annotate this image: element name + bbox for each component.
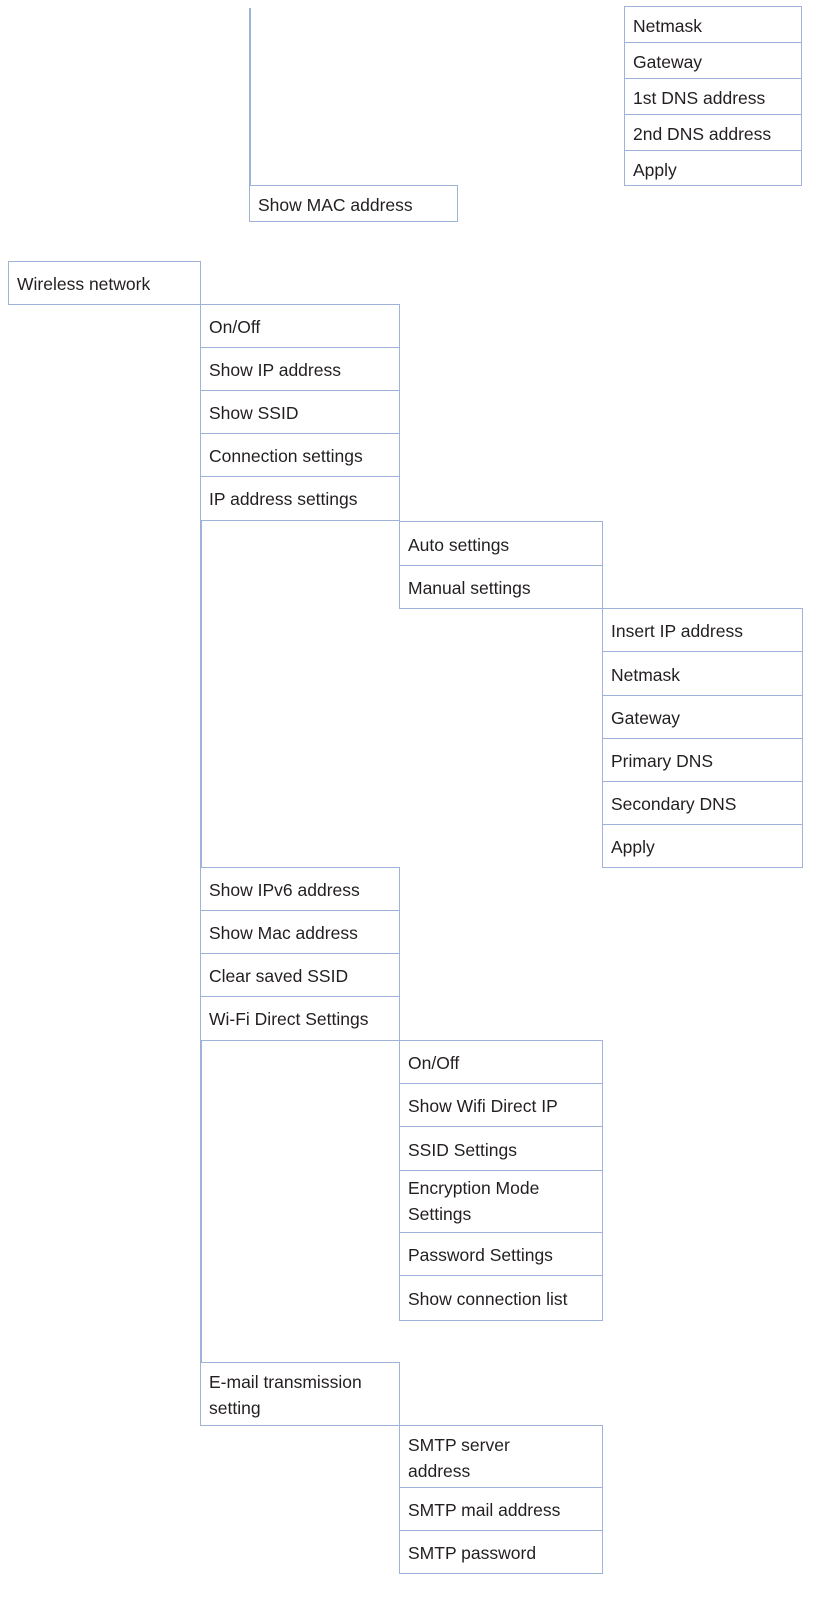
menu-item-label: Show Mac address [209, 923, 358, 943]
menu-item-password-settings[interactable]: Password Settings [399, 1232, 603, 1276]
menu-item-connection-settings[interactable]: Connection settings [200, 433, 400, 477]
menu-item-show-ipv6-address[interactable]: Show IPv6 address [200, 867, 400, 911]
menu-item-label: Auto settings [408, 535, 510, 555]
menu-item-label: Wireless network [17, 274, 151, 294]
menu-item-label: Apply [611, 837, 655, 857]
menu-item-label: On/Off [408, 1053, 460, 1073]
menu-item-label: 2nd DNS address [633, 124, 772, 144]
menu-item-manual-settings[interactable]: Manual settings [399, 565, 603, 609]
menu-item-show-mac-address[interactable]: Show MAC address [249, 185, 458, 222]
menu-item-smtp-mail-address[interactable]: SMTP mail address [399, 1487, 603, 1531]
menu-item-1st-dns[interactable]: 1st DNS address [624, 78, 802, 115]
menu-item-encryption-mode-settings[interactable]: Encryption Mode Settings [399, 1170, 603, 1233]
menu-item-label: Apply [633, 160, 677, 180]
menu-item-show-wifi-direct-ip[interactable]: Show Wifi Direct IP [399, 1083, 603, 1127]
menu-item-on-off[interactable]: On/Off [200, 304, 400, 348]
tree-connector-top [249, 8, 251, 185]
menu-item-label: Wi-Fi Direct Settings [209, 1009, 369, 1029]
menu-item-2nd-dns[interactable]: 2nd DNS address [624, 114, 802, 151]
menu-item-show-ssid[interactable]: Show SSID [200, 390, 400, 434]
menu-item-label: Secondary DNS [611, 794, 737, 814]
menu-item-label: Netmask [611, 665, 681, 685]
menu-item-label: Gateway [611, 708, 681, 728]
menu-item-label: Gateway [633, 52, 703, 72]
menu-item-label: Connection settings [209, 446, 363, 466]
menu-item-label: SMTP password [408, 1543, 537, 1563]
menu-item-label: Password Settings [408, 1245, 553, 1265]
menu-item-label: E-mail transmission setting [209, 1372, 362, 1418]
menu-item-email-transmission-setting[interactable]: E-mail transmission setting [200, 1362, 400, 1426]
menu-item-smtp-server-address[interactable]: SMTP server address [399, 1425, 603, 1488]
menu-item-gateway-2[interactable]: Gateway [602, 695, 803, 739]
menu-item-wifi-direct-on-off[interactable]: On/Off [399, 1040, 603, 1084]
menu-item-label: Netmask [633, 16, 703, 36]
menu-item-label: IP address settings [209, 489, 358, 509]
menu-item-label: Show IPv6 address [209, 880, 360, 900]
menu-item-secondary-dns[interactable]: Secondary DNS [602, 781, 803, 825]
menu-item-show-mac-address-2[interactable]: Show Mac address [200, 910, 400, 954]
menu-item-netmask-2[interactable]: Netmask [602, 651, 803, 696]
menu-item-ssid-settings[interactable]: SSID Settings [399, 1126, 603, 1171]
menu-item-label: On/Off [209, 317, 261, 337]
menu-item-insert-ip-address[interactable]: Insert IP address [602, 608, 803, 652]
menu-item-label: Primary DNS [611, 751, 714, 771]
menu-item-label: Clear saved SSID [209, 966, 349, 986]
menu-item-label: SSID Settings [408, 1140, 517, 1160]
menu-item-label: Show SSID [209, 403, 299, 423]
menu-item-apply-2[interactable]: Apply [602, 824, 803, 868]
menu-item-label: Show connection list [408, 1289, 568, 1309]
menu-item-apply[interactable]: Apply [624, 150, 802, 186]
menu-item-label: Encryption Mode Settings [408, 1178, 540, 1224]
menu-item-smtp-password[interactable]: SMTP password [399, 1530, 603, 1574]
menu-item-wifi-direct-settings[interactable]: Wi-Fi Direct Settings [200, 996, 400, 1041]
menu-item-label: Show IP address [209, 360, 341, 380]
menu-item-label: Insert IP address [611, 621, 743, 641]
tree-connector-wifi-direct [200, 760, 202, 1362]
menu-item-netmask[interactable]: Netmask [624, 6, 802, 43]
menu-item-primary-dns[interactable]: Primary DNS [602, 738, 803, 782]
menu-item-show-connection-list[interactable]: Show connection list [399, 1275, 603, 1321]
menu-item-show-ip-address[interactable]: Show IP address [200, 347, 400, 391]
menu-item-label: Show MAC address [258, 195, 413, 215]
menu-item-ip-address-settings[interactable]: IP address settings [200, 476, 400, 521]
menu-item-label: SMTP server address [408, 1435, 510, 1481]
menu-item-label: 1st DNS address [633, 88, 766, 108]
menu-item-clear-saved-ssid[interactable]: Clear saved SSID [200, 953, 400, 997]
menu-item-wireless-network[interactable]: Wireless network [8, 261, 201, 305]
menu-item-gateway[interactable]: Gateway [624, 42, 802, 79]
menu-item-label: Manual settings [408, 578, 531, 598]
menu-item-auto-settings[interactable]: Auto settings [399, 521, 603, 566]
menu-item-label: Show Wifi Direct IP [408, 1096, 558, 1116]
menu-item-label: SMTP mail address [408, 1500, 561, 1520]
